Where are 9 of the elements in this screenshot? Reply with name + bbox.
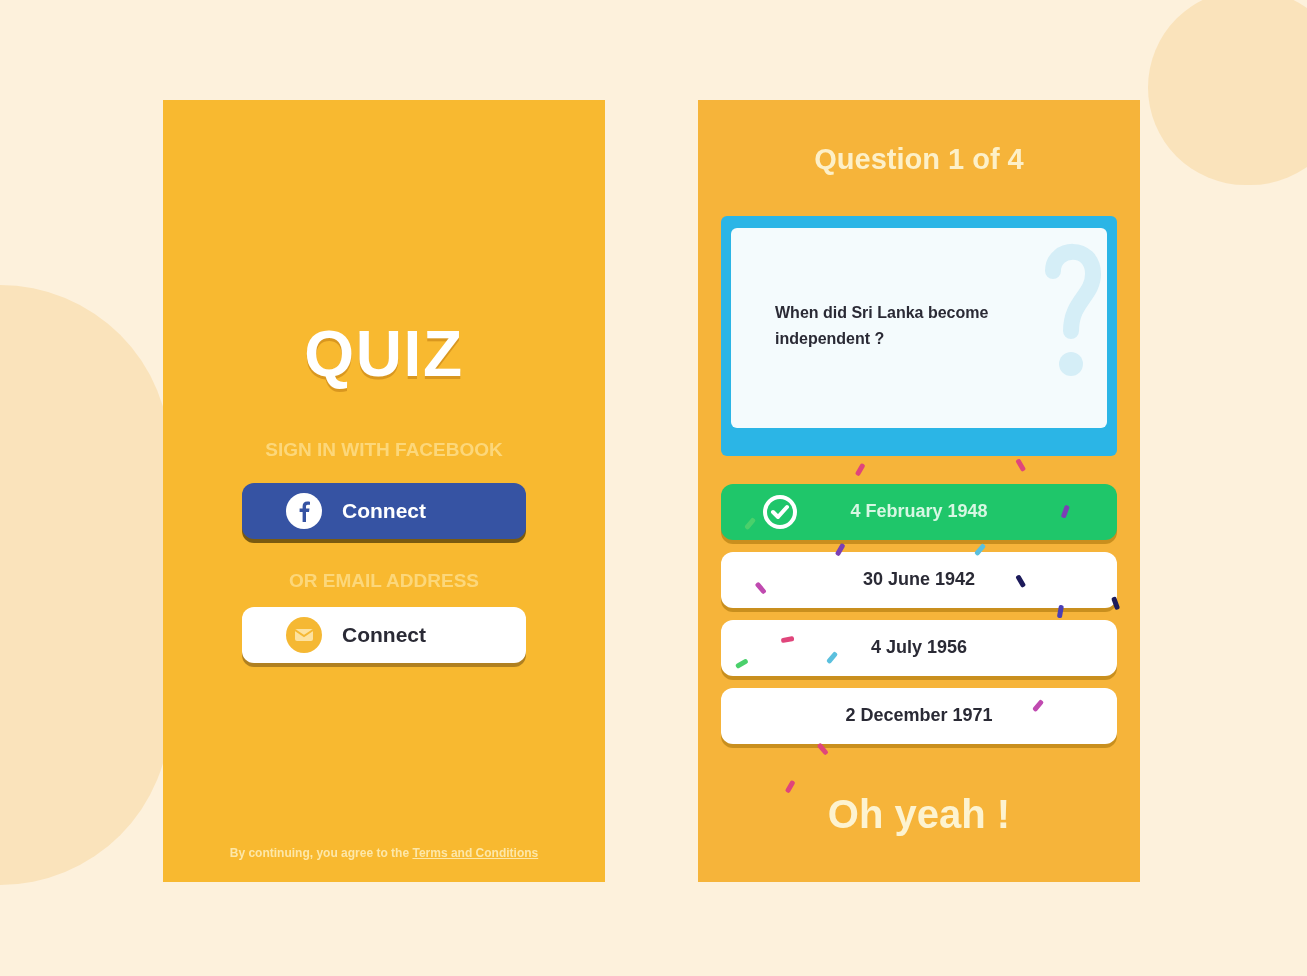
facebook-icon — [286, 492, 322, 529]
check-icon — [763, 494, 797, 529]
feedback-message: Oh yeah ! — [827, 790, 1011, 838]
terms-notice: By continuing, you agree to the Terms and Conditions — [229, 845, 539, 862]
section-label: OR EMAIL ADDRESS — [289, 568, 479, 593]
section-label: SIGN IN WITH FACEBOOK — [265, 438, 503, 462]
question-counter: Question 1 of 4 — [814, 142, 1024, 177]
question-text: When did Sri Lanka become independent ? — [775, 302, 990, 349]
envelope-icon — [286, 617, 322, 653]
